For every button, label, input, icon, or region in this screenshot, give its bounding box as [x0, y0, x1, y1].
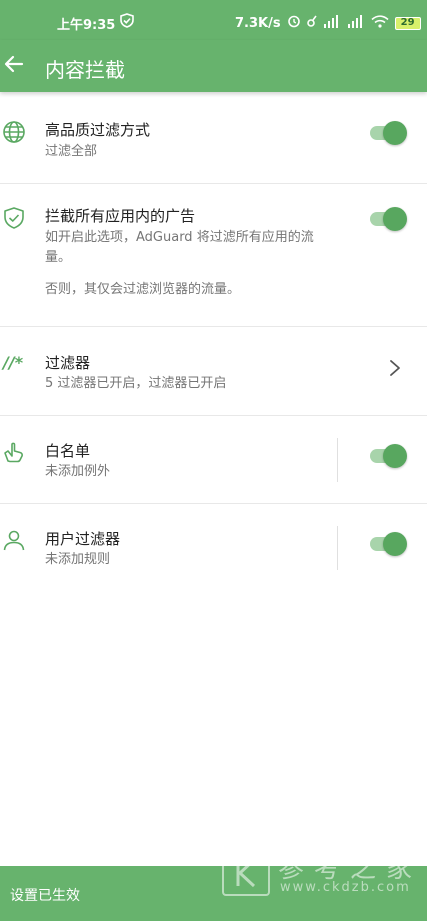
watermark-url: www.ckdzb.com [280, 880, 411, 895]
item-title: 白名单 [45, 442, 91, 460]
item-subtitle: 未添加规则 [45, 552, 111, 567]
toggle-thumb [383, 121, 407, 145]
battery-icon: 29 [394, 16, 421, 30]
user-filter-toggle[interactable] [370, 530, 407, 558]
user-icon [2, 528, 26, 552]
high-quality-filtering-toggle[interactable] [370, 119, 407, 147]
list-item-filters[interactable]: //* 过滤器 5 过滤器已开启，过滤器已开启 [0, 327, 427, 416]
vertical-divider [337, 526, 338, 570]
item-title: 用户过滤器 [45, 530, 121, 548]
list-item-user-filter[interactable]: 用户过滤器 未添加规则 [0, 504, 427, 592]
watermark-logo: 参考之家 www.ckdzb.com [222, 848, 427, 898]
arrow-left-icon[interactable] [4, 54, 24, 74]
status-bar: 上午9:35 7.3K/s 29 [0, 0, 427, 40]
item-subtitle: 未添加例外 [45, 464, 111, 479]
watermark-k-icon [222, 850, 270, 896]
item-subtitle-extra: 否则，其仅会过滤浏览器的流量。 [45, 282, 241, 297]
wifi-icon [371, 14, 389, 32]
page-title: 内容拦截 [45, 58, 125, 82]
status-right-group: 7.3K/s 29 [235, 14, 421, 32]
item-subtitle: 过滤全部 [45, 144, 98, 159]
toggle-thumb [383, 532, 407, 556]
chevron-right-icon[interactable] [388, 358, 402, 378]
snackbar-message: 设置已生效 [10, 888, 80, 904]
network-speed: 7.3K/s [235, 15, 281, 31]
signal-icon [323, 14, 341, 32]
list-item-high-quality-filtering[interactable]: 高品质过滤方式 过滤全部 [0, 98, 427, 184]
whitelist-toggle[interactable] [370, 442, 407, 470]
alarm-icon [287, 14, 301, 32]
list-item-block-app-ads[interactable]: 拦截所有应用内的广告 如开启此选项，AdGuard 将过滤所有应用的流量。 否则… [0, 184, 427, 327]
item-title: 拦截所有应用内的广告 [45, 207, 196, 225]
vertical-divider [337, 438, 338, 482]
shield-check-icon [120, 13, 134, 32]
bluetooth-icon [306, 14, 317, 32]
globe-icon [2, 120, 26, 144]
item-title: 过滤器 [45, 354, 91, 372]
signal-icon [347, 14, 365, 32]
thumbs-up-icon [2, 440, 26, 464]
shield-check-icon [2, 206, 26, 230]
item-subtitle: 如开启此选项，AdGuard 将过滤所有应用的流量。 [45, 230, 314, 265]
toggle-thumb [383, 207, 407, 231]
settings-list: 高品质过滤方式 过滤全部 拦截所有应用内的广告 如开启此选项，AdGuard 将… [0, 98, 427, 592]
list-item-whitelist[interactable]: 白名单 未添加例外 [0, 416, 427, 504]
filter-slashes-icon: //* [3, 353, 24, 372]
block-app-ads-toggle[interactable] [370, 205, 407, 233]
toggle-thumb [383, 444, 407, 468]
item-title: 高品质过滤方式 [45, 121, 151, 139]
item-subtitle: 5 过滤器已开启，过滤器已开启 [45, 376, 227, 391]
app-bar: 内容拦截 [0, 40, 427, 92]
status-time: 上午9:35 [57, 18, 116, 33]
